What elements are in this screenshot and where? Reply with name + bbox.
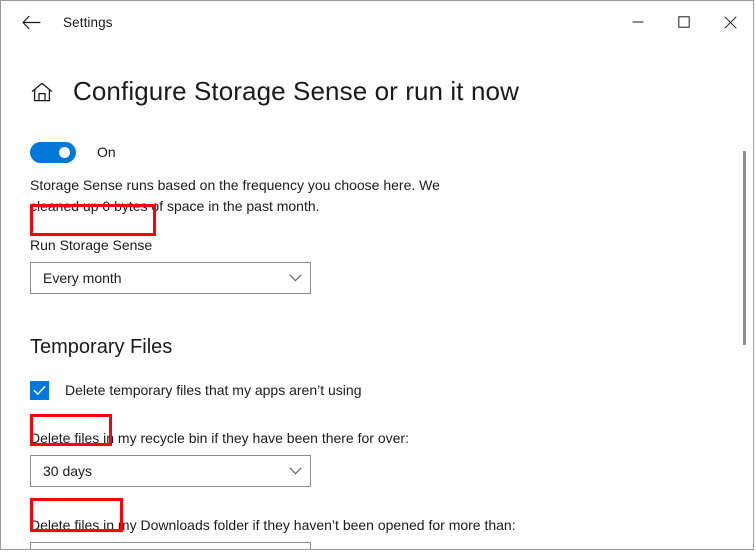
- run-storage-sense-dropdown[interactable]: Every month: [30, 261, 311, 294]
- scrollbar-thumb[interactable]: [743, 151, 746, 345]
- minimize-button[interactable]: [615, 1, 661, 43]
- page-title: Configure Storage Sense or run it now: [73, 76, 519, 107]
- title-bar: Settings: [1, 1, 753, 43]
- run-storage-sense-value: Every month: [43, 269, 122, 286]
- recycle-bin-combo-wrap: 30 days: [30, 454, 311, 487]
- recycle-bin-value: 30 days: [43, 462, 93, 479]
- storage-sense-section: On Storage Sense runs based on the frequ…: [1, 141, 753, 549]
- settings-content: Configure Storage Sense or run it now On…: [1, 59, 753, 549]
- run-storage-sense-combo-wrap: Every month: [30, 261, 311, 294]
- recycle-bin-label: Delete files in my recycle bin if they h…: [30, 429, 409, 446]
- close-button[interactable]: [707, 1, 753, 43]
- vertical-scrollbar[interactable]: [738, 44, 752, 549]
- downloads-dropdown[interactable]: 30 days: [30, 541, 311, 549]
- chevron-down-icon: [280, 467, 310, 475]
- app-title: Settings: [63, 14, 113, 30]
- downloads-folder-label: Delete files in my Downloads folder if t…: [30, 516, 516, 533]
- storage-sense-toggle-row: On: [30, 141, 753, 163]
- delete-temp-files-label: Delete temporary files that my apps aren…: [65, 382, 362, 399]
- downloads-combo-wrap: 30 days: [30, 541, 311, 549]
- delete-temp-files-checkbox-row[interactable]: Delete temporary files that my apps aren…: [30, 380, 753, 400]
- recycle-bin-dropdown[interactable]: 30 days: [30, 454, 311, 487]
- toggle-knob: [59, 146, 70, 158]
- storage-sense-toggle[interactable]: [30, 141, 76, 163]
- chevron-down-icon: [280, 274, 310, 282]
- back-button[interactable]: [9, 6, 53, 38]
- window-controls: [615, 1, 753, 43]
- settings-window: Settings Configure Storage Sense or run …: [0, 0, 754, 550]
- home-icon[interactable]: [29, 79, 55, 105]
- page-header: Configure Storage Sense or run it now: [1, 59, 753, 125]
- delete-temp-files-checkbox[interactable]: [30, 380, 49, 400]
- toggle-state-label: On: [97, 144, 116, 161]
- run-storage-sense-label: Run Storage Sense: [30, 236, 153, 253]
- storage-sense-description: Storage Sense runs based on the frequenc…: [30, 176, 440, 214]
- maximize-button[interactable]: [661, 1, 707, 43]
- temporary-files-heading: Temporary Files: [30, 335, 173, 358]
